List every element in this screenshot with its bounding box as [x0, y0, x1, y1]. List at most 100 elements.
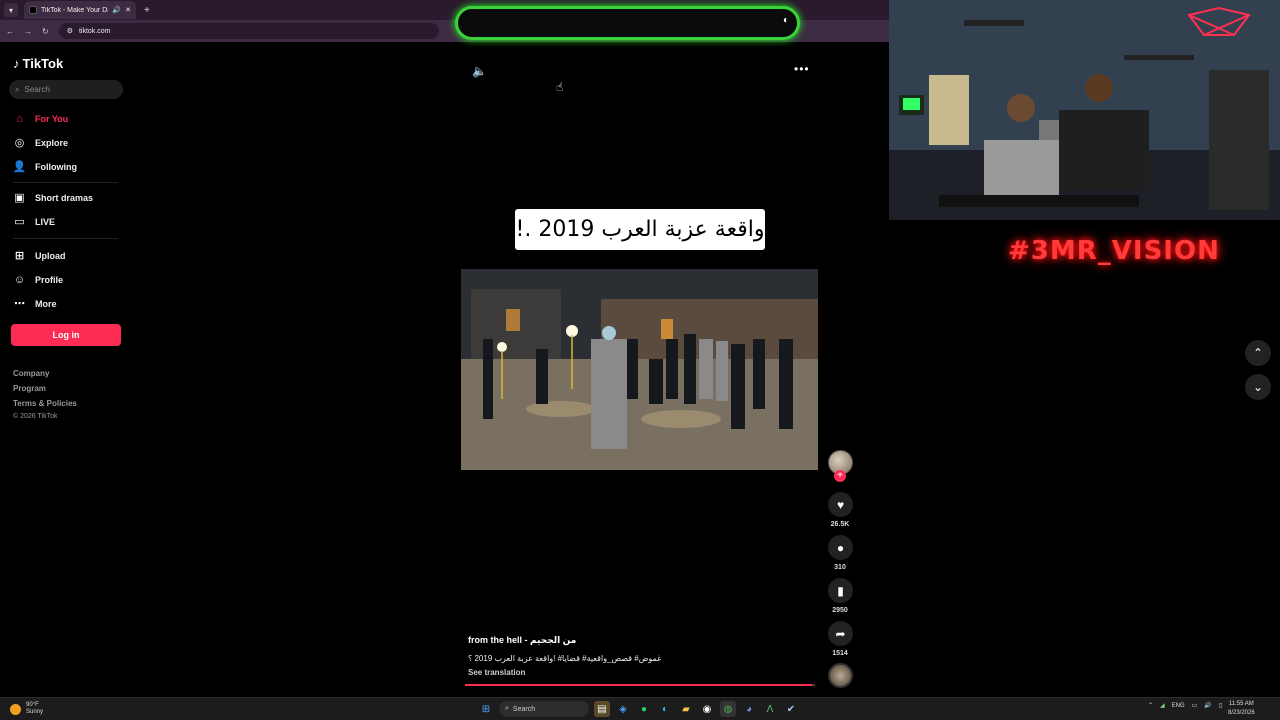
- site-info-icon[interactable]: ⚙: [67, 27, 73, 35]
- overlay-glyph-icon: ◐: [782, 15, 789, 26]
- weather-condition: Sunny: [26, 709, 44, 715]
- url-text: tiktok.com: [78, 27, 111, 35]
- stream-overlay-banner: ◐: [455, 6, 800, 40]
- browser-tab[interactable]: TikTok - Make Your Day 🔊 ✕: [24, 1, 136, 19]
- music-disc[interactable]: [828, 663, 853, 688]
- sidebar-item-upload[interactable]: ⊞ Upload: [13, 249, 66, 262]
- network-icon[interactable]: ▭: [1192, 702, 1198, 709]
- footer-link-terms[interactable]: Terms & Policies: [13, 399, 77, 408]
- share-arrow-icon: ➦: [835, 626, 846, 641]
- stream-brand-text: #3MR_VISION: [1008, 236, 1220, 266]
- sun-icon: [10, 703, 21, 715]
- sidebar-item-following[interactable]: 👤 Following: [13, 160, 77, 173]
- tiktok-logo[interactable]: ♪ TikTok: [13, 56, 63, 71]
- user-icon: ☺: [13, 273, 26, 286]
- nvidia-icon[interactable]: ◢: [1160, 702, 1165, 709]
- battery-icon[interactable]: ▯: [1219, 702, 1222, 709]
- sidebar-item-more[interactable]: ⋯ More: [13, 297, 57, 310]
- app-icon[interactable]: Λ: [762, 701, 778, 717]
- obs-icon[interactable]: ◉: [699, 701, 715, 717]
- mouse-cursor-icon: ☝: [556, 80, 564, 94]
- spotify-icon[interactable]: ●: [636, 701, 652, 717]
- sidebar-item-for-you[interactable]: ⌂ For You: [13, 112, 68, 125]
- search-icon: ⌕: [505, 705, 509, 712]
- save-button[interactable]: ▮: [828, 578, 853, 603]
- like-button[interactable]: ♥: [828, 492, 853, 517]
- chrome-icon[interactable]: ◍: [720, 701, 736, 717]
- reload-icon[interactable]: ↻: [42, 27, 49, 36]
- login-button[interactable]: Log in: [11, 324, 121, 346]
- sidebar-item-label: Following: [35, 161, 77, 172]
- share-count: 1514: [832, 650, 848, 657]
- video-caption: غموض# قصص_واقعية# قضايا# !واقعة عزبة الع…: [468, 654, 662, 663]
- search-icon: ⌕: [15, 84, 20, 94]
- widgets-icon[interactable]: ▤: [594, 701, 610, 717]
- sidebar-divider: [13, 238, 118, 239]
- search-input[interactable]: ⌕ Search: [9, 80, 123, 99]
- steam-store-icon[interactable]: ◈: [615, 701, 631, 717]
- video-progress-fill: [465, 684, 812, 686]
- share-button[interactable]: ➦: [828, 621, 853, 646]
- tv-icon: ▭: [14, 216, 25, 228]
- taskbar-search[interactable]: ⌕ Search: [499, 701, 589, 717]
- windows-taskbar: 90°F Sunny ⊞ ⌕ Search ▤ ◈ ● ◐ ▰ ◉ ◍ ◕ Λ …: [0, 697, 1280, 720]
- video-progress-bar[interactable]: [465, 684, 815, 686]
- footer-link-company[interactable]: Company: [13, 369, 49, 378]
- tab-list-chevron-icon[interactable]: ▾: [4, 3, 18, 17]
- clock-date: 8/23/2026: [1228, 710, 1255, 716]
- tab-title: TikTok - Make Your Day: [41, 6, 109, 14]
- windows-start-icon[interactable]: ⊞: [478, 701, 494, 717]
- save-count: 2950: [832, 607, 848, 614]
- sidebar-item-label: Upload: [35, 250, 66, 261]
- sidebar-item-explore[interactable]: ◎ Explore: [13, 136, 68, 149]
- more-options-icon[interactable]: •••: [794, 62, 810, 76]
- tiktok-favicon-icon: [29, 6, 37, 14]
- sidebar-item-label: Profile: [35, 274, 64, 285]
- taskbar-apps: ⊞ ⌕ Search ▤ ◈ ● ◐ ▰ ◉ ◍ ◕ Λ ✔: [478, 701, 799, 717]
- steam-icon[interactable]: ✔: [783, 701, 799, 717]
- language-indicator[interactable]: ENG: [1172, 703, 1185, 709]
- sidebar-item-label: Explore: [35, 137, 69, 148]
- footer-link-program[interactable]: Program: [13, 384, 46, 393]
- screen: ▾ TikTok - Make Your Day 🔊 ✕ + ← → ↻ ⚙ t…: [0, 0, 1280, 720]
- next-video-button[interactable]: ⌄: [1245, 374, 1271, 400]
- sidebar-item-label: More: [35, 298, 57, 309]
- sidebar-item-profile[interactable]: ☺ Profile: [13, 273, 63, 286]
- weather-temp: 90°F: [26, 702, 39, 708]
- tiktok-note-icon: ♪: [13, 56, 20, 71]
- url-field[interactable]: ⚙ tiktok.com: [58, 23, 439, 39]
- forward-icon[interactable]: →: [24, 27, 32, 36]
- comment-button[interactable]: ●: [828, 535, 853, 560]
- bookmark-icon: ▮: [837, 583, 844, 598]
- previous-video-button[interactable]: ⌃: [1245, 340, 1271, 366]
- see-translation-link[interactable]: See translation: [468, 668, 525, 677]
- volume-icon[interactable]: 🔈: [472, 64, 487, 78]
- comment-count: 310: [834, 564, 846, 571]
- streamer-webcam: [889, 0, 1280, 220]
- weather-widget[interactable]: 90°F Sunny: [10, 702, 43, 716]
- file-explorer-icon[interactable]: ▰: [678, 701, 694, 717]
- system-clock[interactable]: 11:55 AM 8/23/2026: [1228, 700, 1255, 718]
- speaker-icon[interactable]: 🔊: [112, 6, 121, 14]
- webcam-scene-illustration: [889, 0, 1280, 220]
- clock-time: 11:55 AM: [1228, 701, 1254, 707]
- video-author[interactable]: from the hell - من الجحيم: [468, 635, 576, 646]
- volume-icon[interactable]: 🔊: [1204, 702, 1211, 709]
- new-tab-button[interactable]: +: [144, 5, 150, 16]
- sidebar-item-short-dramas[interactable]: ▣ Short dramas: [13, 191, 93, 204]
- discord-icon[interactable]: ◕: [741, 701, 757, 717]
- chevron-up-icon: ⌃: [1252, 346, 1264, 360]
- home-icon: ⌂: [16, 112, 23, 125]
- tab-close-icon[interactable]: ✕: [125, 6, 131, 14]
- video-frame[interactable]: [461, 269, 818, 470]
- follow-plus-icon[interactable]: +: [834, 470, 846, 482]
- film-icon: ▣: [14, 192, 25, 204]
- tray-overflow-icon[interactable]: ⌃: [1148, 702, 1153, 709]
- sidebar-item-live[interactable]: ▭ LIVE: [13, 215, 55, 228]
- users-icon: 👤: [12, 161, 27, 173]
- edge-icon[interactable]: ◐: [657, 701, 673, 717]
- plus-square-icon: ⊞: [14, 250, 25, 262]
- sidebar: ♪ TikTok ⌕ Search ⌂ For You ◎ Explore 👤 …: [0, 44, 135, 694]
- back-icon[interactable]: ←: [6, 27, 14, 36]
- like-count: 26.5K: [830, 521, 850, 528]
